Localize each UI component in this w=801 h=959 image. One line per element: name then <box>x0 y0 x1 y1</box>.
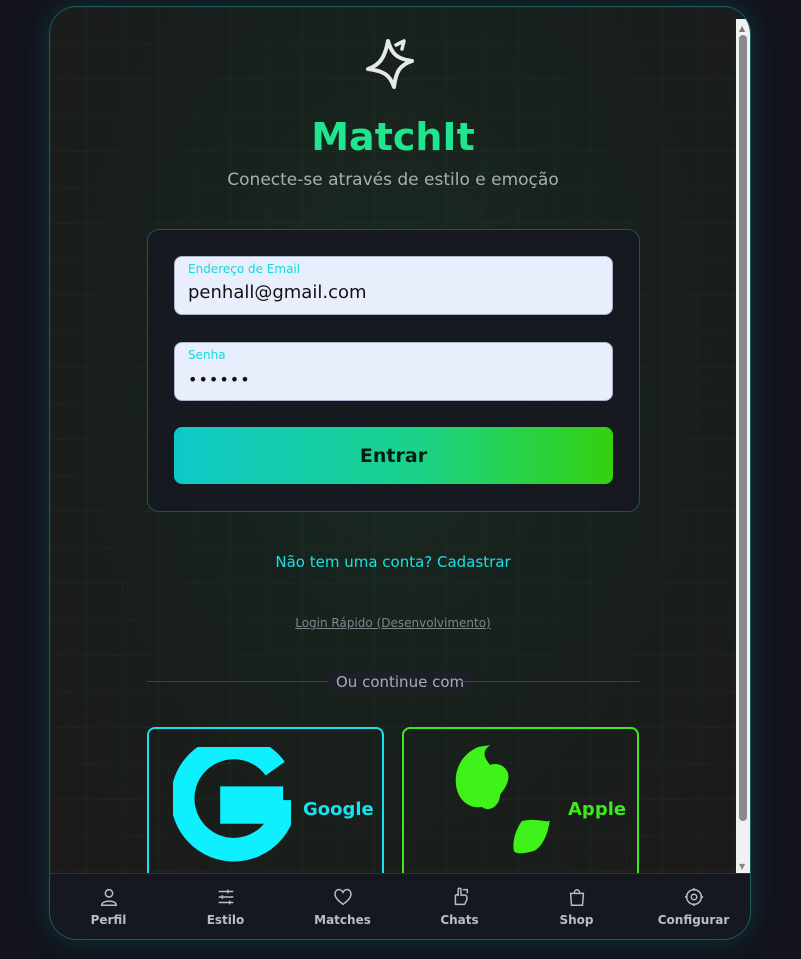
signup-link[interactable]: Não tem uma conta? Cadastrar <box>50 553 736 571</box>
password-field[interactable]: Senha •••••• <box>174 342 613 401</box>
nav-item-perfil[interactable]: Perfil <box>50 874 167 939</box>
star-sparkle-icon <box>366 39 414 89</box>
nav-item-shop[interactable]: Shop <box>518 874 635 939</box>
google-label: Google <box>303 799 374 820</box>
nav-label: Chats <box>440 913 479 927</box>
app-frame: MatchIt Conecte-se através de estilo e e… <box>49 6 751 940</box>
nav-label: Estilo <box>206 913 245 927</box>
password-label: Senha <box>188 348 226 362</box>
apple-icon <box>455 745 550 854</box>
settings-icon <box>684 887 703 907</box>
google-icon <box>173 747 291 862</box>
divider-line-right <box>460 681 640 682</box>
password-input[interactable]: •••••• <box>188 370 588 389</box>
apple-label: Apple <box>568 799 627 820</box>
scrollbar-thumb[interactable] <box>739 35 747 821</box>
email-label: Endereço de Email <box>188 262 301 276</box>
app-title: MatchIt <box>311 115 475 159</box>
scroll-up-icon[interactable]: ▲ <box>739 25 745 33</box>
divider-label: Ou continue com <box>328 670 473 694</box>
login-button[interactable]: Entrar <box>174 427 613 484</box>
chat-hand-icon <box>454 887 468 906</box>
nav-label: Matches <box>314 913 371 927</box>
email-input[interactable] <box>188 282 588 303</box>
nav-label: Shop <box>559 913 594 927</box>
nav-label: Perfil <box>90 913 127 927</box>
heart-icon <box>333 888 352 906</box>
divider-line-left <box>147 681 328 682</box>
nav-item-estilo[interactable]: Estilo <box>167 874 284 939</box>
scroll-down-icon[interactable]: ▼ <box>739 863 745 871</box>
scrollbar[interactable]: ▲ ▼ <box>736 19 750 873</box>
google-login-button[interactable]: Google <box>147 727 384 873</box>
sliders-icon <box>218 889 233 905</box>
user-icon <box>100 888 117 906</box>
login-screen: MatchIt Conecte-se através de estilo e e… <box>50 7 736 873</box>
nav-item-matches[interactable]: Matches <box>284 874 401 939</box>
quick-login-link[interactable]: Login Rápido (Desenvolvimento) <box>50 616 736 630</box>
nav-item-chats[interactable]: Chats <box>401 874 518 939</box>
tagline: Conecte-se através de estilo e emoção <box>227 170 559 190</box>
apple-login-button[interactable]: Apple <box>402 727 639 873</box>
shopping-bag-icon <box>569 889 584 906</box>
nav-item-configurar[interactable]: Configurar <box>635 874 750 939</box>
email-field[interactable]: Endereço de Email <box>174 256 613 315</box>
bottom-nav: Perfil Estilo Matches Chats Shop Configu… <box>50 873 750 939</box>
nav-label: Configurar <box>657 913 730 927</box>
login-card: Endereço de Email Senha •••••• Entrar <box>147 229 640 512</box>
